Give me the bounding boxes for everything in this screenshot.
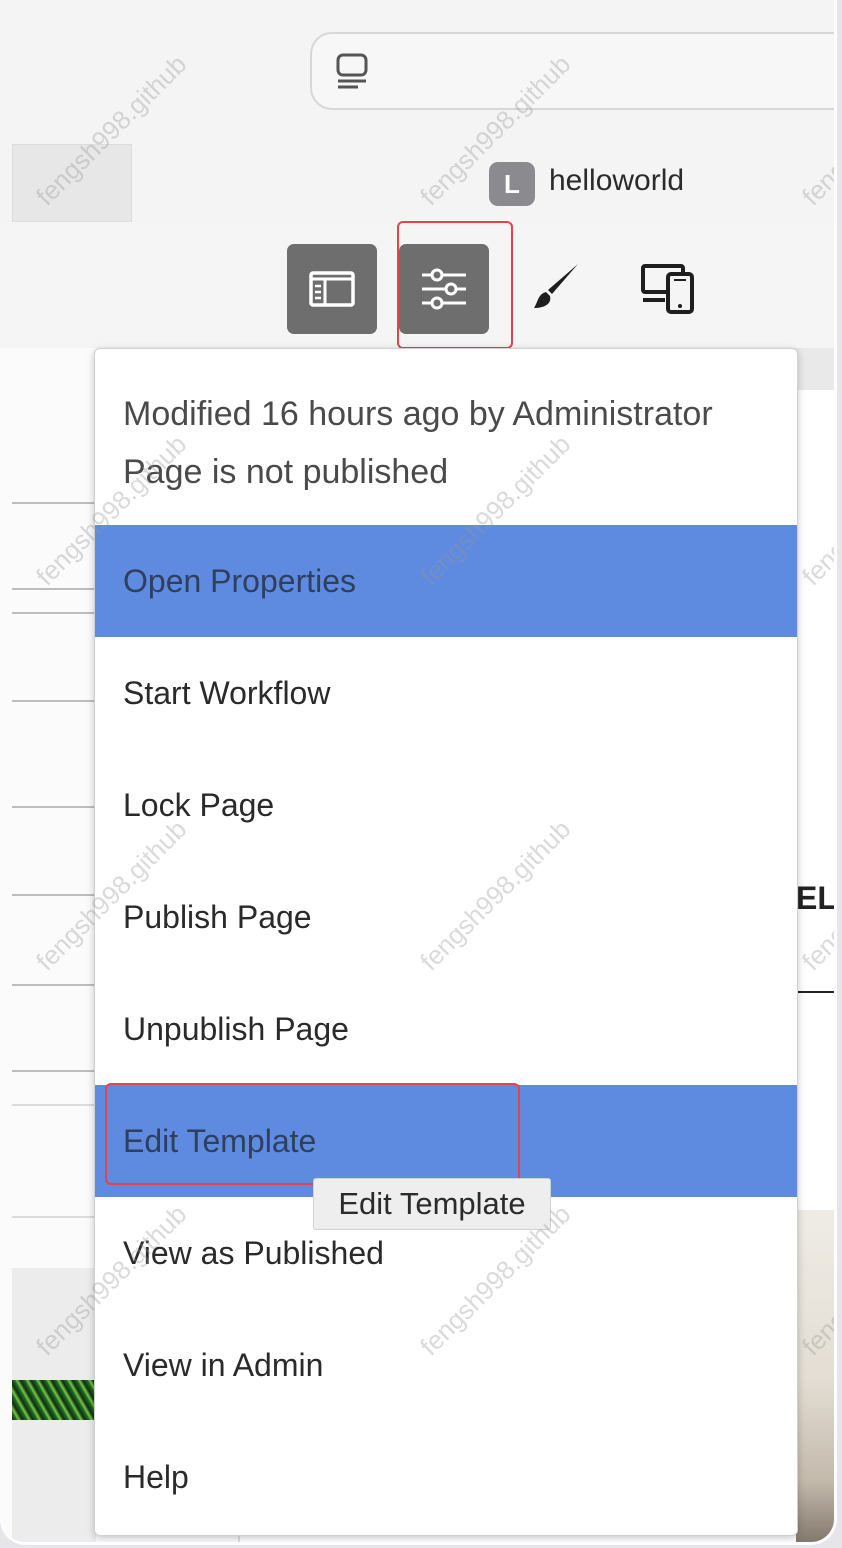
panel-divider: [12, 1216, 96, 1218]
panel-divider: [12, 1104, 96, 1106]
canvas-heading: EL: [796, 880, 837, 916]
panel-divider: [12, 894, 96, 896]
side-panel-toggle-button[interactable]: [287, 244, 377, 334]
unpublish-page-item[interactable]: Unpublish Page: [95, 973, 797, 1085]
help-item[interactable]: Help: [95, 1421, 797, 1533]
app-window: L helloworld EL Modified 16 hours ago by…: [0, 0, 837, 1545]
panel-icon: [309, 271, 355, 307]
panel-divider: [12, 612, 96, 614]
panel-divider: [12, 984, 96, 986]
lock-page-item[interactable]: Lock Page: [95, 749, 797, 861]
publish-status: Page is not published: [123, 453, 449, 491]
page-status: Modified 16 hours ago by Administrator P…: [123, 385, 713, 501]
panel-divider: [12, 700, 96, 702]
canvas-heading-underline: [796, 991, 834, 993]
devices-icon[interactable]: [640, 260, 696, 321]
start-workflow-item[interactable]: Start Workflow: [95, 637, 797, 749]
leaf-thumbnail: [12, 1380, 96, 1420]
monitor-icon: [334, 52, 370, 95]
brush-icon[interactable]: [530, 260, 582, 317]
user-name[interactable]: helloworld: [549, 164, 684, 198]
sliders-icon: [422, 268, 466, 310]
panel-divider: [12, 1070, 96, 1072]
hero-image: [796, 1210, 834, 1542]
edit-template-tooltip: Edit Template: [313, 1178, 551, 1230]
panel-divider: [12, 806, 96, 808]
modified-status: Modified 16 hours ago by Administrator: [123, 395, 713, 433]
user-avatar[interactable]: L: [489, 162, 535, 206]
page-information-button[interactable]: [399, 244, 489, 334]
panel-divider: [12, 502, 96, 504]
